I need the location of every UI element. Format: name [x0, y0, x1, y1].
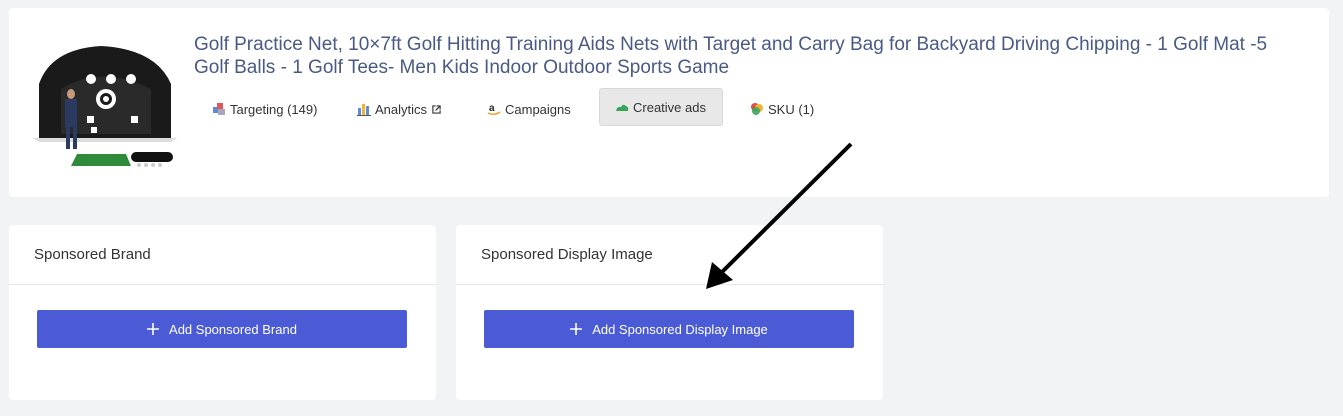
sponsored-brand-title: Sponsored Brand: [9, 225, 436, 285]
add-sponsored-brand-button[interactable]: Add Sponsored Brand: [37, 310, 407, 348]
sponsored-display-panel: Sponsored Display Image Add Sponsored Di…: [456, 225, 883, 400]
svg-text:a: a: [489, 103, 495, 114]
plus-icon: [570, 323, 583, 335]
golf-net-product-image: [33, 46, 177, 167]
tab-creative-ads-label: Creative ads: [633, 99, 706, 115]
add-sponsored-display-button[interactable]: Add Sponsored Display Image: [484, 310, 854, 348]
tab-campaigns-label: Campaigns: [505, 101, 571, 117]
tab-targeting-label: Targeting (149): [230, 101, 318, 117]
sponsored-brand-panel: Sponsored Brand Add Sponsored Brand: [9, 225, 436, 400]
product-title[interactable]: Golf Practice Net, 10×7ft Golf Hitting T…: [194, 33, 1294, 79]
product-card: Golf Practice Net, 10×7ft Golf Hitting T…: [9, 8, 1329, 197]
tab-analytics[interactable]: Analytics: [349, 90, 449, 128]
sku-icon: [751, 103, 763, 115]
sponsored-display-title: Sponsored Display Image: [456, 225, 883, 285]
amazon-icon: a: [487, 103, 501, 116]
analytics-icon: [357, 104, 371, 116]
external-link-icon: [432, 104, 441, 114]
tab-analytics-label: Analytics: [375, 101, 428, 117]
tab-sku-label: SKU (1): [768, 101, 815, 117]
plus-icon: [147, 323, 160, 335]
add-sponsored-brand-label: Add Sponsored Brand: [169, 321, 297, 337]
targeting-icon: [213, 103, 225, 115]
tab-targeting[interactable]: Targeting (149): [204, 90, 325, 128]
add-sponsored-display-label: Add Sponsored Display Image: [592, 321, 768, 337]
tab-sku[interactable]: SKU (1): [742, 90, 822, 128]
tab-creative-ads[interactable]: Creative ads: [599, 88, 723, 126]
creative-ads-icon: [616, 104, 629, 111]
tab-campaigns[interactable]: a Campaigns: [479, 90, 579, 128]
